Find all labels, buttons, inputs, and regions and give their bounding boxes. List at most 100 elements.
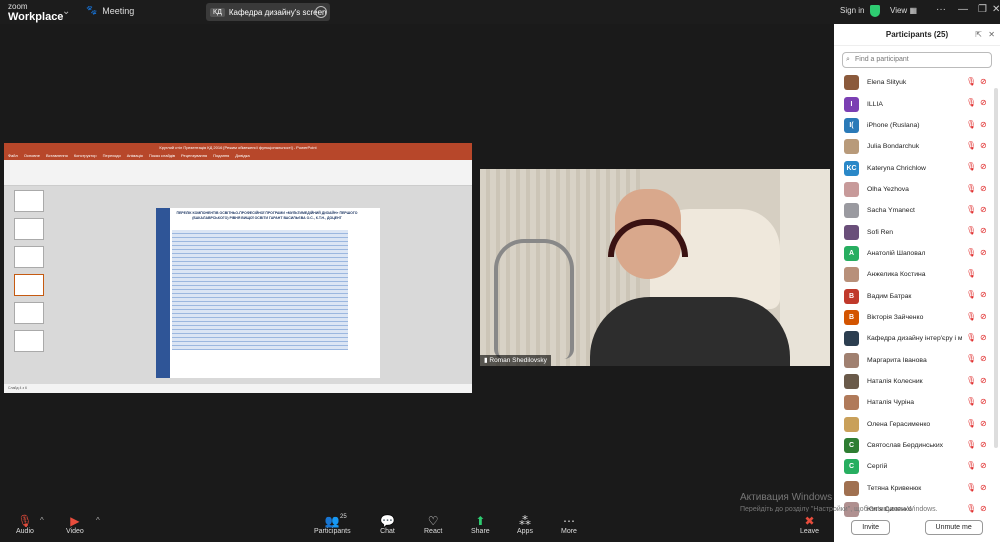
camera-off-icon: ⊘ <box>980 183 987 193</box>
unmute-me-button[interactable]: Unmute me <box>924 519 983 535</box>
participant-row[interactable]: I(iPhone (Ruslana) 🎙 ⊘ <box>834 115 994 136</box>
mic-muted-icon[interactable]: 🎙 <box>966 483 976 492</box>
mic-muted-icon[interactable]: 🎙 <box>966 419 976 428</box>
leave-button[interactable]: ✖ Leave <box>800 514 819 535</box>
participant-row[interactable]: Sofi Ren 🎙 ⊘ <box>834 221 994 242</box>
video-tile[interactable] <box>480 169 830 366</box>
ppt-tab[interactable]: Рецензування <box>181 152 207 160</box>
mic-muted-icon[interactable]: 🎙 <box>966 440 976 449</box>
restore-icon[interactable]: ❐ <box>978 4 987 15</box>
ppt-tab[interactable]: Подання <box>213 152 229 160</box>
mic-muted-icon[interactable]: 🎙 <box>966 312 976 321</box>
sharer-initials: КД <box>210 7 225 17</box>
participant-name: Вікторія Зайченко <box>867 313 924 321</box>
participant-row[interactable]: Тетяна Кривенюк 🎙 ⊘ <box>834 478 994 499</box>
ppt-tab[interactable]: Вставлення <box>46 152 68 160</box>
close-panel-icon[interactable]: ✕ <box>988 24 995 46</box>
participant-row[interactable]: Кафедра дизайну інтер'єру і м... 🎙 ⊘ <box>834 328 994 349</box>
mic-muted-icon[interactable]: 🎙 <box>966 184 976 193</box>
ppt-tab[interactable]: Переходи <box>103 152 121 160</box>
mic-muted-icon[interactable]: 🎙 <box>966 98 976 107</box>
more-options-icon[interactable]: ··· <box>315 6 327 18</box>
screen-share-indicator[interactable]: КД Кафедра дизайну's screen ··· <box>206 3 330 21</box>
video-chevron-icon[interactable]: ^ <box>96 516 100 525</box>
shield-icon[interactable] <box>870 5 880 17</box>
ppt-tab[interactable]: Файл <box>8 152 18 160</box>
slide-thumbnail[interactable] <box>14 302 44 324</box>
pop-out-icon[interactable]: ⇱ <box>975 24 982 46</box>
participant-search-input[interactable]: ⌕ Find a participant <box>842 52 992 68</box>
slide-thumbnail-selected[interactable] <box>14 274 44 296</box>
mic-muted-icon[interactable]: 🎙 <box>966 376 976 385</box>
participant-row[interactable]: I ILLIA 🎙 ⊘ <box>834 93 994 114</box>
mic-muted-icon[interactable]: 🎙 <box>966 205 976 214</box>
react-button[interactable]: ♡ React <box>424 514 442 535</box>
shared-screen-powerpoint[interactable]: Круглий стіл Презентація КД 2016 [Режим … <box>4 143 472 393</box>
avatar <box>844 267 859 283</box>
more-icon: ⋯ <box>562 514 575 528</box>
mic-muted-icon[interactable]: 🎙 <box>966 397 976 406</box>
view-menu[interactable]: View ▦ <box>890 6 917 15</box>
mic-muted-icon[interactable]: 🎙 <box>966 77 976 86</box>
participant-row[interactable]: Наталія Колесник 🎙 ⊘ <box>834 371 994 392</box>
slide-thumbnail[interactable] <box>14 218 44 240</box>
video-button[interactable]: ▶ Video <box>66 514 84 535</box>
participant-row[interactable]: Маргарита Іванова 🎙 ⊘ <box>834 349 994 370</box>
share-button[interactable]: ⬆ Share <box>471 514 490 535</box>
participant-row[interactable]: С Сергій 🎙 ⊘ <box>834 456 994 477</box>
slide-thumbnail[interactable] <box>14 190 44 212</box>
participant-row[interactable]: Julia Bondarchuk 🎙 ⊘ <box>834 136 994 157</box>
ppt-tab[interactable]: Анімація <box>127 152 143 160</box>
sign-in-link[interactable]: Sign in <box>840 6 864 15</box>
slide-thumbnail[interactable] <box>14 246 44 268</box>
participant-row[interactable]: А Анатолій Шаповал 🎙 ⊘ <box>834 243 994 264</box>
react-label: React <box>424 528 443 535</box>
avatar: С <box>844 438 859 454</box>
chat-button[interactable]: 💬 Chat <box>380 514 395 535</box>
mic-muted-icon[interactable]: 🎙 <box>966 226 976 235</box>
participant-row[interactable]: Elena Slityuk 🎙 ⊘ <box>834 72 994 93</box>
apps-button[interactable]: ⁂ Apps <box>517 514 533 535</box>
mic-muted-icon[interactable]: 🎙 <box>966 461 976 470</box>
participant-row[interactable]: Наталія Чуріна 🎙 ⊘ <box>834 392 994 413</box>
camera-off-icon: ⊘ <box>980 397 987 407</box>
participant-row[interactable]: KC Kateryna Chrichlow 🎙 ⊘ <box>834 157 994 178</box>
minimize-icon[interactable]: — <box>958 4 968 15</box>
camera-off-icon: ⊘ <box>980 354 987 364</box>
audio-button[interactable]: 🎙 Audio <box>16 514 34 535</box>
mic-muted-icon[interactable]: 🎙 <box>966 120 976 129</box>
mic-muted-icon[interactable]: 🎙 <box>966 333 976 342</box>
mic-muted-icon[interactable]: 🎙 <box>966 162 976 171</box>
audio-chevron-icon[interactable]: ^ <box>40 516 44 525</box>
chevron-down-icon[interactable]: ⌄ <box>62 6 70 17</box>
ppt-tab[interactable]: Основне <box>24 152 40 160</box>
close-icon[interactable]: ✕ <box>992 4 1000 15</box>
camera-off-icon: ⊘ <box>980 205 987 215</box>
ppt-tab[interactable]: Конструктор <box>74 152 97 160</box>
meeting-menu[interactable]: 🐾 Meeting <box>86 5 134 16</box>
mic-muted-icon[interactable]: 🎙 <box>966 354 976 363</box>
invite-button[interactable]: Invite <box>851 519 890 535</box>
participant-row[interactable]: С Святослав Бердинських 🎙 ⊘ <box>834 435 994 456</box>
mic-muted-icon[interactable]: 🎙 <box>966 141 976 150</box>
participant-row[interactable]: В Вікторія Зайченко 🎙 ⊘ <box>834 307 994 328</box>
grid-icon: ▦ <box>909 6 917 15</box>
scrollbar[interactable] <box>994 88 998 448</box>
more-button[interactable]: ⋯ More <box>561 514 577 535</box>
slide-thumbnail[interactable] <box>14 330 44 352</box>
video-participant-name: Roman Shedilovsky <box>489 357 547 364</box>
participant-row[interactable]: Олена Герасименко 🎙 ⊘ <box>834 414 994 435</box>
participant-row[interactable]: Olha Yezhova 🎙 ⊘ <box>834 179 994 200</box>
ppt-tab[interactable]: Показ слайдів <box>149 152 175 160</box>
audio-label: Audio <box>16 528 34 535</box>
participant-row[interactable]: Анжелика Костина 🎙 <box>834 264 994 285</box>
mic-muted-icon[interactable]: 🎙 <box>966 290 976 299</box>
participant-row[interactable]: Sacha Ymanect 🎙 ⊘ <box>834 200 994 221</box>
meeting-label: Meeting <box>102 5 135 16</box>
mic-muted-icon[interactable]: 🎙 <box>966 248 976 257</box>
mic-muted-icon[interactable]: 🎙 <box>966 269 976 278</box>
camera-off-icon: ⊘ <box>980 482 987 492</box>
more-icon[interactable]: ··· <box>936 4 946 15</box>
ppt-tab[interactable]: Довідка <box>235 152 249 160</box>
participant-row[interactable]: В Вадим Батрак 🎙 ⊘ <box>834 285 994 306</box>
